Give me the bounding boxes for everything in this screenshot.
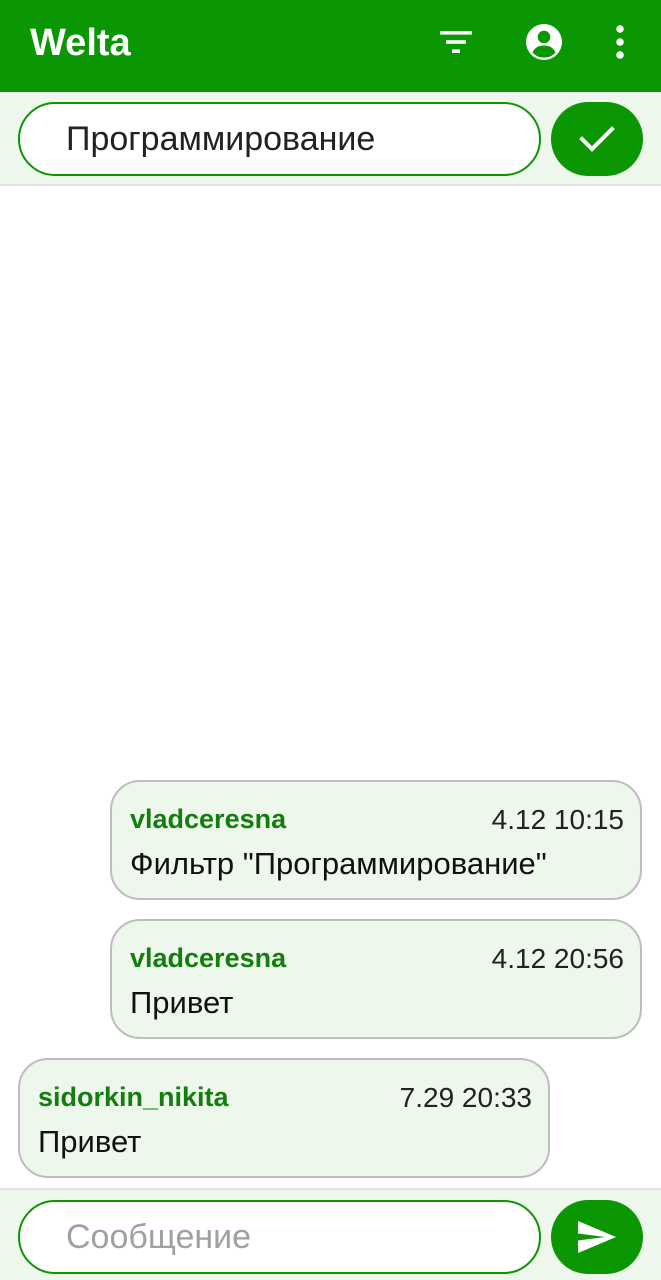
confirm-filter-button[interactable]	[551, 102, 643, 176]
message-bubble[interactable]: vladceresna 4.12 10:15 Фильтр "Программи…	[110, 780, 642, 900]
filter-icon[interactable]	[434, 20, 478, 64]
message-bubble[interactable]: vladceresna 4.12 20:56 Привет	[110, 919, 642, 1039]
app-title: Welta	[30, 22, 131, 64]
send-button[interactable]	[551, 1200, 643, 1274]
message-text: Привет	[130, 985, 234, 1020]
message-time: 4.12 10:15	[491, 804, 624, 835]
compose-bar	[0, 1188, 661, 1280]
message-author[interactable]: vladceresna	[130, 804, 286, 835]
filter-bar	[0, 92, 661, 186]
message-bubble[interactable]: sidorkin_nikita 7.29 20:33 Привет	[18, 1058, 550, 1178]
account-circle-icon[interactable]	[522, 20, 566, 64]
check-icon	[579, 126, 615, 152]
message-text: Фильтр "Программирование"	[130, 846, 547, 881]
message-input[interactable]	[18, 1200, 541, 1274]
message-list: vladceresna 4.12 10:15 Фильтр "Программи…	[0, 188, 661, 1188]
message-time: 7.29 20:33	[399, 1082, 532, 1113]
more-vert-icon[interactable]	[598, 20, 642, 64]
message-text: Привет	[38, 1124, 142, 1159]
message-author[interactable]: vladceresna	[130, 943, 286, 974]
send-icon	[578, 1221, 616, 1253]
message-author[interactable]: sidorkin_nikita	[38, 1082, 229, 1113]
filter-input[interactable]	[18, 102, 541, 176]
app-bar: Welta	[0, 0, 661, 92]
message-time: 4.12 20:56	[491, 943, 624, 974]
